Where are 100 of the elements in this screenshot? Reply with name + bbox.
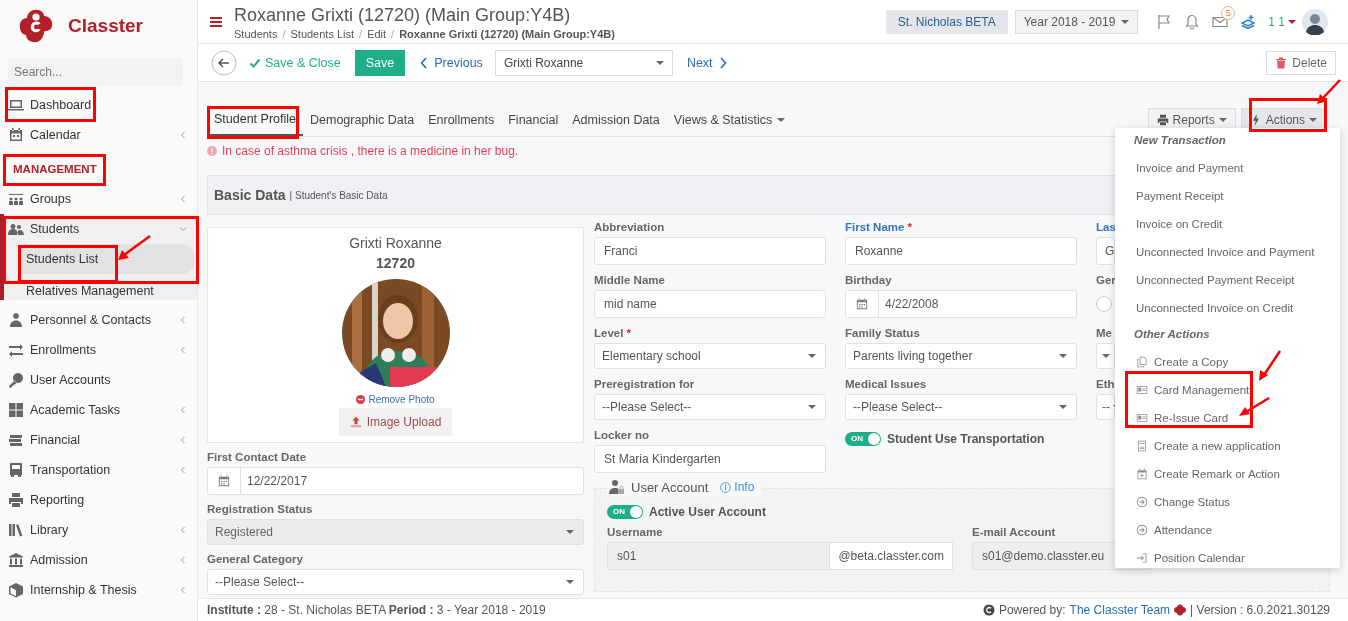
field-label: General Category: [207, 552, 304, 567]
nav-item[interactable]: Admission: [0, 545, 197, 575]
menu-item[interactable]: Invoice on Credit: [1115, 210, 1231, 238]
calendar-icon: [8, 127, 24, 143]
current-page-label: Roxanne Grixti (12720) (Main Group:Y4B): [399, 27, 615, 40]
trash-icon: [1275, 56, 1288, 69]
layers-icon[interactable]: [1240, 13, 1257, 30]
nav-item[interactable]: Library: [0, 515, 197, 545]
select-field[interactable]: --: [1096, 394, 1115, 420]
field-label: First Name *: [845, 220, 913, 235]
text-field[interactable]: Franci: [594, 237, 826, 265]
institute-button[interactable]: St. Nicholas BETA: [885, 9, 1008, 34]
select-field[interactable]: --Please Select--: [207, 569, 584, 595]
caret-icon: [566, 580, 574, 584]
select-field[interactable]: --Please Select--: [845, 394, 1077, 420]
nav-item[interactable]: Enrollments: [0, 335, 197, 365]
breadcrumb-link[interactable]: Students: [234, 27, 278, 40]
menu-item[interactable]: Unconnected Payment Receipt: [1115, 266, 1303, 294]
text-field[interactable]: St Maria Kindergarten: [594, 445, 826, 473]
nav-item[interactable]: Calendar: [0, 120, 197, 150]
alert-message: In case of asthma crisis , there is a medicine in her bug.: [222, 144, 519, 158]
menu-item[interactable]: Change Status: [1115, 488, 1239, 516]
date-field[interactable]: 4/22/2008: [845, 290, 1077, 318]
bell-icon[interactable]: [1184, 13, 1201, 30]
footer-info: Institute : 28 - St. Nicholas BETA Period : 3 - Year 2018 - 2019: [207, 603, 546, 617]
tab[interactable]: Student Profile: [207, 104, 303, 136]
nav-item[interactable]: Dashboard: [0, 90, 197, 120]
bank-icon: [8, 552, 24, 568]
flag-icon[interactable]: [1156, 13, 1173, 30]
toggle-label: Active User Account: [649, 505, 766, 519]
nav-item[interactable]: Academic Tasks: [0, 395, 197, 425]
menu-item[interactable]: Create a new application: [1115, 432, 1289, 460]
caret-icon: [1309, 118, 1317, 122]
menu-item[interactable]: Unconnected Invoice on Credit: [1115, 294, 1302, 322]
text-field[interactable]: G: [1096, 237, 1115, 265]
menu-item[interactable]: Invoice and Payment: [1115, 154, 1252, 182]
bus-icon: [8, 462, 24, 478]
select-field[interactable]: --Please Select--: [594, 394, 826, 420]
cube-icon: [8, 582, 24, 598]
arrows-icon: [8, 342, 24, 358]
caret-icon: [808, 354, 816, 358]
image-upload-button[interactable]: Image Upload: [338, 408, 453, 436]
text-field[interactable]: mid name: [594, 290, 826, 318]
menu-item[interactable]: Create Remark or Action: [1115, 460, 1288, 488]
avatar-icon[interactable]: [1302, 8, 1328, 35]
breadcrumb-link[interactable]: Edit: [367, 27, 387, 40]
radio-button[interactable]: [1096, 296, 1112, 312]
nav-item[interactable]: Groups: [0, 184, 197, 214]
caret-icon: [1102, 354, 1110, 358]
team-link[interactable]: The Classter Team: [1069, 603, 1171, 617]
caret-icon: [1288, 19, 1296, 24]
annotation-arrow: [116, 234, 152, 262]
tab[interactable]: Demographic Data: [303, 104, 422, 136]
menu-item[interactable]: Payment Receipt: [1115, 182, 1232, 210]
field-label: First Contact Date: [207, 450, 308, 465]
delete-button[interactable]: Delete: [1266, 50, 1336, 75]
username-field[interactable]: s01: [607, 542, 831, 570]
menu-item[interactable]: Create a Copy: [1115, 348, 1237, 376]
menu-icon[interactable]: [210, 16, 222, 27]
nav-item[interactable]: Financial: [0, 425, 197, 455]
calendar-icon: [856, 298, 868, 310]
coins-icon: [8, 432, 24, 448]
date-field[interactable]: 12/22/2017: [207, 467, 584, 495]
tab[interactable]: Enrollments: [421, 104, 502, 136]
nav-subitem[interactable]: Relatives Management: [18, 282, 154, 300]
nav-item[interactable]: Personnel & Contacts: [0, 305, 197, 335]
menu-item[interactable]: Attendance: [1115, 516, 1221, 544]
breadcrumb-separator: /: [391, 27, 395, 40]
books-icon: [8, 522, 24, 538]
remove-photo-link[interactable]: Remove Photo: [356, 394, 435, 405]
previous-button[interactable]: Previous: [418, 55, 483, 70]
nav-item[interactable]: Internship & Thesis: [0, 575, 197, 605]
nav-item[interactable]: Reporting: [0, 485, 197, 515]
nav-item[interactable]: Students: [0, 214, 197, 244]
logo-icon: [18, 8, 54, 44]
field-label: Registration Status: [207, 502, 314, 517]
select-field[interactable]: Elementary school: [594, 343, 826, 369]
select-field[interactable]: Parents living together: [845, 343, 1077, 369]
nav-item[interactable]: User Accounts: [0, 365, 197, 395]
select-field[interactable]: [1096, 343, 1115, 369]
tab[interactable]: Financial: [501, 104, 566, 136]
menu-item[interactable]: Re-Issue Card: [1115, 404, 1237, 432]
student-name: Grixti Roxanne: [349, 235, 442, 251]
select-field: Registered: [207, 519, 584, 545]
breadcrumb-link[interactable]: Students List: [290, 27, 355, 40]
tab[interactable]: Admission Data: [565, 104, 667, 136]
tab[interactable]: Views & Statistics: [666, 104, 793, 136]
nav-subitem[interactable]: Students List: [18, 244, 195, 274]
nav-item[interactable]: Transportation: [0, 455, 197, 485]
breadcrumb-separator: /: [282, 27, 286, 40]
year-dropdown[interactable]: Year 2018 - 2019: [1014, 9, 1139, 34]
section-heading: MANAGEMENT: [13, 162, 97, 177]
menu-item[interactable]: Unconnected Invoice and Payment: [1115, 238, 1323, 266]
calendar-icon: [218, 475, 230, 487]
next-button[interactable]: Next: [686, 55, 729, 70]
student-select[interactable]: Grixti Roxanne: [494, 49, 673, 76]
menu-item[interactable]: Card Management: [1115, 376, 1258, 404]
search-field[interactable]: Search...: [8, 58, 183, 86]
text-field[interactable]: Roxanne: [845, 237, 1077, 265]
back-button[interactable]: [211, 49, 237, 76]
